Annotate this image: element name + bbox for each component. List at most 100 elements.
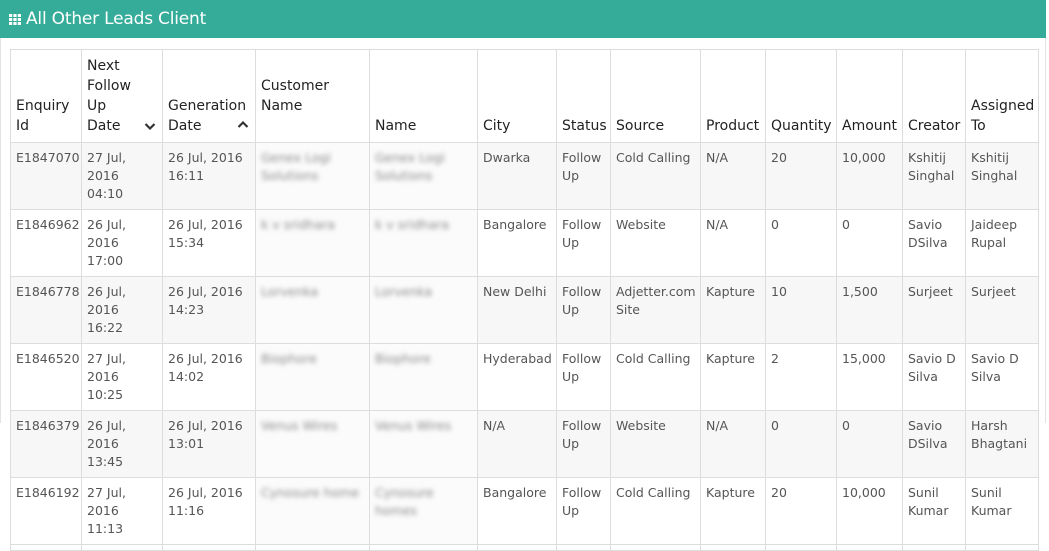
table-row[interactable]: E1846520 27 Jul, 2016 10:25 26 Jul, 2016 1… [10, 343, 1039, 411]
cell-product: Kapture [700, 477, 766, 545]
redacted-text: k v sridhara [261, 217, 336, 232]
redacted-text: Lorvenka [261, 284, 319, 299]
table-row[interactable]: E1846379 26 Jul, 2016 13:45 26 Jul, 2016 1… [10, 410, 1039, 478]
cell-customer-name: Venus Wires [255, 410, 370, 478]
cell-empty [477, 544, 557, 551]
redacted-text: Genex Logi Solutions [375, 150, 445, 183]
cell-source: Cold Calling [610, 343, 701, 411]
table-grid-icon [9, 13, 21, 25]
cell-name: Cynosure homes [369, 477, 478, 545]
cell-assigned-to: Harsh Bhagtani [965, 410, 1039, 478]
column-header-assigned-to[interactable]: Assigned To [965, 49, 1039, 143]
redacted-text: Genex Logi Solutions [261, 150, 331, 183]
cell-enquiry-id[interactable]: E1846192 [10, 477, 82, 545]
redacted-text: Cynosure homes [375, 485, 434, 518]
cell-creator: Sunil Kumar [902, 477, 966, 545]
table-header-row: Enquiry Id Next Follow Up Date Generatio… [10, 49, 1039, 143]
redacted-text: Cynosure home [261, 485, 360, 500]
cell-customer-name: Cynosure home [255, 477, 370, 545]
cell-product: Kapture [700, 276, 766, 344]
cell-name: Biophore [369, 343, 478, 411]
chevron-down-icon[interactable] [144, 122, 156, 131]
column-header-name[interactable]: Name [369, 49, 478, 143]
cell-quantity: 0 [765, 209, 837, 277]
cell-customer-name: Genex Logi Solutions [255, 142, 370, 210]
cell-status: Follow Up [556, 410, 611, 478]
cell-generation-date: 26 Jul, 2016 11:16 [162, 477, 256, 545]
cell-product: Kapture [700, 343, 766, 411]
column-header-generation-date[interactable]: Generation Date [162, 49, 256, 143]
cell-empty [765, 544, 837, 551]
cell-assigned-to: Savio D Silva [965, 343, 1039, 411]
cell-amount: 1,500 [836, 276, 903, 344]
cell-city: Dwarka [477, 142, 557, 210]
cell-enquiry-id[interactable]: E1846778 [10, 276, 82, 344]
column-header-status[interactable]: Status [556, 49, 611, 143]
cell-product: N/A [700, 410, 766, 478]
column-header-amount[interactable]: Amount [836, 49, 903, 143]
cell-status: Follow Up [556, 209, 611, 277]
cell-name: Genex Logi Solutions [369, 142, 478, 210]
cell-assigned-to: Jaideep Rupal [965, 209, 1039, 277]
cell-source: Adjetter.com Site [610, 276, 701, 344]
redacted-text: Biophore [375, 351, 431, 366]
panel-header: All Other Leads Client [0, 0, 1046, 38]
column-header-customer-name[interactable]: Customer Name [255, 49, 370, 143]
cell-product: N/A [700, 209, 766, 277]
cell-customer-name: Biophore [255, 343, 370, 411]
cell-status: Follow Up [556, 142, 611, 210]
cell-status: Follow Up [556, 276, 611, 344]
cell-creator: Surjeet [902, 276, 966, 344]
cell-quantity: 20 [765, 477, 837, 545]
cell-name: Lorvenka [369, 276, 478, 344]
cell-enquiry-id[interactable]: E1847070 [10, 142, 82, 210]
cell-empty [255, 544, 370, 551]
cell-source: Website [610, 209, 701, 277]
table-row[interactable]: E1847070 27 Jul, 2016 04:10 26 Jul, 2016 1… [10, 142, 1039, 210]
cell-enquiry-id[interactable]: E1846962 [10, 209, 82, 277]
column-header-source[interactable]: Source [610, 49, 701, 143]
column-header-label: Generation Date [168, 98, 247, 134]
cell-generation-date: 26 Jul, 2016 13:01 [162, 410, 256, 478]
cell-generation-date: 26 Jul, 2016 16:11 [162, 142, 256, 210]
table-row[interactable]: E1846192 27 Jul, 2016 11:13 26 Jul, 2016 1… [10, 477, 1039, 545]
table-row[interactable]: E1846962 26 Jul, 2016 17:00 26 Jul, 2016 1… [10, 209, 1039, 277]
cell-next-follow-up: 26 Jul, 2016 13:45 [81, 410, 163, 478]
cell-next-follow-up: 27 Jul, 2016 04:10 [81, 142, 163, 210]
cell-enquiry-id[interactable]: E1846379 [10, 410, 82, 478]
chevron-up-icon[interactable] [237, 120, 249, 129]
column-header-product[interactable]: Product [700, 49, 766, 143]
cell-enquiry-id[interactable]: E1846520 [10, 343, 82, 411]
cell-generation-date: 26 Jul, 2016 14:02 [162, 343, 256, 411]
cell-quantity: 2 [765, 343, 837, 411]
column-header-enquiry-id[interactable]: Enquiry Id [10, 49, 82, 143]
redacted-text: Venus Wires [261, 418, 338, 433]
cell-name: Venus Wires [369, 410, 478, 478]
table-row[interactable]: E1846778 26 Jul, 2016 16:22 26 Jul, 2016 1… [10, 276, 1039, 344]
cell-empty [81, 544, 163, 551]
cell-generation-date: 26 Jul, 2016 15:34 [162, 209, 256, 277]
cell-generation-date: 26 Jul, 2016 14:23 [162, 276, 256, 344]
cell-city: Hyderabad [477, 343, 557, 411]
column-header-city[interactable]: City [477, 49, 557, 143]
cell-creator: Kshitij Singhal [902, 142, 966, 210]
cell-empty [556, 544, 611, 551]
column-header-quantity[interactable]: Quantity [765, 49, 837, 143]
cell-creator: Savio DSilva [902, 209, 966, 277]
column-header-next-follow-up[interactable]: Next Follow Up Date [81, 49, 163, 143]
cell-empty [965, 544, 1039, 551]
cell-amount: 10,000 [836, 477, 903, 545]
redacted-text: Biophore [261, 351, 317, 366]
cell-next-follow-up: 27 Jul, 2016 11:13 [81, 477, 163, 545]
cell-amount: 15,000 [836, 343, 903, 411]
cell-empty [10, 544, 82, 551]
cell-city: New Delhi [477, 276, 557, 344]
column-header-creator[interactable]: Creator [902, 49, 966, 143]
cell-empty [369, 544, 478, 551]
leads-table: Enquiry Id Next Follow Up Date Generatio… [10, 49, 1039, 551]
cell-next-follow-up: 27 Jul, 2016 10:25 [81, 343, 163, 411]
cell-city: Bangalore [477, 477, 557, 545]
cell-empty [700, 544, 766, 551]
cell-product: N/A [700, 142, 766, 210]
cell-empty [162, 544, 256, 551]
